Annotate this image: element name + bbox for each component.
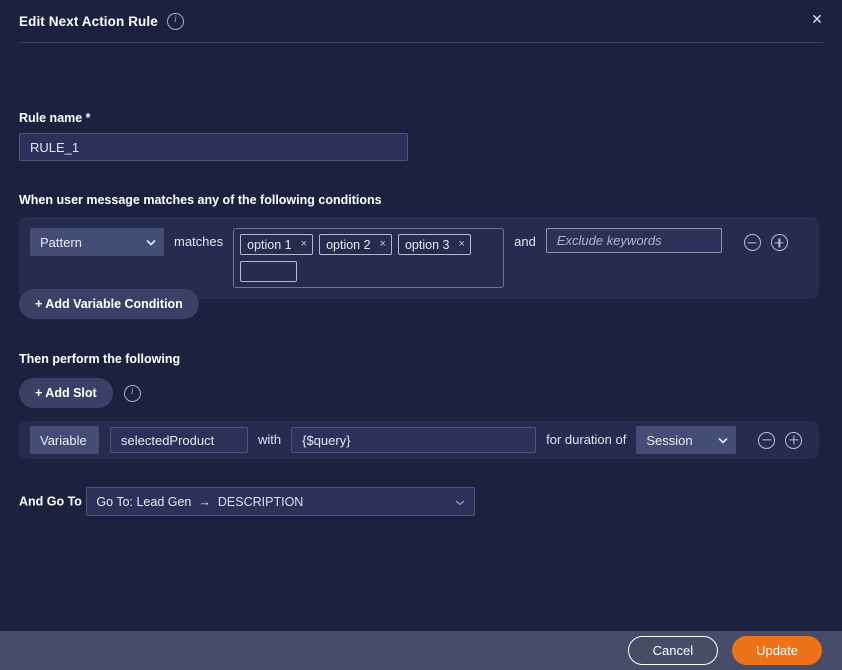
goto-select[interactable]: Go To: Lead Gen → DESCRIPTION (86, 487, 476, 516)
page-title: Edit Next Action Rule (19, 13, 158, 29)
keyword-chip-label: option 3 (404, 237, 450, 252)
slot-with-label: with (258, 432, 282, 447)
keyword-chips-container[interactable]: option 1 × option 2 × option 3 × (233, 228, 505, 288)
slot-type-value: Variable (40, 432, 87, 448)
chevron-down-icon (718, 436, 728, 445)
condition-row: Pattern matches option 1 × option 2 × op… (19, 217, 819, 299)
add-variable-condition-button[interactable]: + Add Variable Condition (19, 289, 199, 319)
chevron-down-icon (146, 238, 156, 247)
goto-target: DESCRIPTION (217, 494, 304, 509)
slot-type-label[interactable]: Variable (30, 426, 99, 454)
edit-next-action-rule-dialog: Edit Next Action Rule i ✕ Rule name * Wh… (0, 0, 842, 670)
condition-conjunction-label: and (514, 234, 536, 249)
slot-duration-select[interactable]: Session (636, 426, 737, 454)
keyword-chip-label: option 1 (247, 237, 292, 252)
dialog-body: Rule name * When user message matches an… (0, 43, 842, 631)
match-operator-label: matches (174, 234, 224, 249)
keyword-chip[interactable]: option 1 × (240, 234, 314, 255)
goto-prefix: Go To: Lead Gen (96, 494, 192, 509)
plus-circle-icon[interactable] (785, 431, 803, 449)
update-button[interactable]: Update (732, 636, 822, 665)
exclude-keywords-input[interactable] (545, 228, 722, 253)
goto-label: And Go To (19, 494, 82, 509)
rule-name-label: Rule name * (19, 111, 91, 125)
chip-remove-icon[interactable]: × (301, 239, 307, 250)
actions-title: Then perform the following (19, 352, 181, 366)
add-slot-info-icon[interactable]: i (123, 384, 141, 402)
minus-circle-icon[interactable] (758, 431, 776, 449)
keyword-chip-input[interactable] (240, 261, 298, 282)
slot-row: Variable with for duration of Session (19, 421, 819, 459)
minus-circle-icon[interactable] (743, 234, 761, 251)
add-slot-button[interactable]: + Add Slot (19, 378, 113, 408)
slot-variable-value-input[interactable] (291, 427, 537, 453)
title-info-icon[interactable]: i (166, 12, 184, 30)
condition-row-actions (743, 228, 788, 251)
keyword-chip-label: option 2 (326, 237, 371, 252)
slot-row-actions (758, 431, 803, 449)
slot-variable-name-input[interactable] (110, 427, 248, 453)
goto-section: And Go To Go To: Lead Gen → DESCRIPTION (19, 478, 476, 516)
plus-circle-icon[interactable] (770, 234, 788, 251)
chevron-down-icon (455, 497, 465, 506)
conditions-title: When user message matches any of the fol… (19, 193, 382, 207)
chip-remove-icon[interactable]: × (458, 239, 464, 250)
conditions-section: When user message matches any of the fol… (19, 193, 819, 299)
dialog-header: Edit Next Action Rule i ✕ (0, 0, 842, 42)
keyword-chip[interactable]: option 3 × (397, 234, 471, 255)
match-type-value: Pattern (40, 234, 82, 250)
cancel-button[interactable]: Cancel (627, 636, 719, 665)
match-type-select[interactable]: Pattern (30, 228, 164, 256)
rule-name-input[interactable] (19, 133, 408, 161)
arrow-right-icon: → (198, 494, 211, 509)
slot-duration-value: Session (646, 432, 693, 448)
close-icon[interactable]: ✕ (804, 6, 830, 32)
add-slot-row: + Add Slot i (19, 378, 819, 408)
actions-section: Then perform the following + Add Slot i … (19, 350, 819, 459)
keyword-chip[interactable]: option 2 × (319, 234, 392, 255)
rule-name-field-group: Rule name * (19, 111, 408, 161)
chip-remove-icon[interactable]: × (380, 239, 386, 250)
dialog-footer: Cancel Update (0, 631, 842, 670)
slot-duration-label: for duration of (546, 432, 627, 447)
